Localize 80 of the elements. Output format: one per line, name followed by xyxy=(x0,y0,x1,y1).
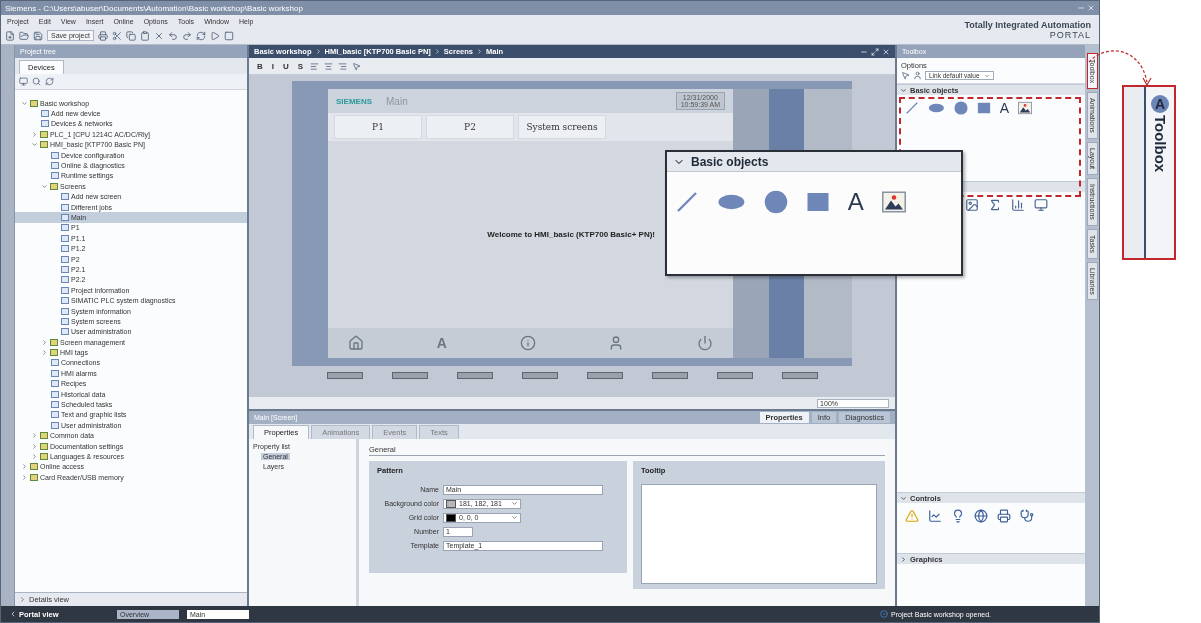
text-tool-icon[interactable]: A xyxy=(999,101,1010,115)
new-project-icon[interactable] xyxy=(5,30,15,41)
tooltip-text-area[interactable] xyxy=(641,484,877,584)
sigma-icon[interactable] xyxy=(988,198,1002,212)
folder-icon xyxy=(30,99,38,107)
align-right-icon[interactable] xyxy=(338,61,348,71)
warning-icon[interactable] xyxy=(905,509,919,523)
chevron-icon xyxy=(476,48,483,55)
search-icon[interactable] xyxy=(32,77,41,86)
format-button[interactable]: I xyxy=(269,61,276,71)
user-icon[interactable] xyxy=(913,71,922,80)
screen-button[interactable]: P2 xyxy=(426,115,514,139)
window-title: Siemens - C:\Users\abuser\Documents\Automation\Basic workshop\Basic workshop xyxy=(5,3,303,13)
format-button[interactable]: U xyxy=(281,61,291,71)
stop-icon[interactable] xyxy=(223,30,234,41)
start-icon[interactable] xyxy=(209,30,220,41)
power-icon xyxy=(697,335,713,351)
circle-tool-icon[interactable] xyxy=(763,190,788,214)
callout-title: Basic objects xyxy=(691,154,769,169)
screen-title: Main xyxy=(386,95,408,107)
save-icon[interactable] xyxy=(33,30,43,41)
undo-icon[interactable] xyxy=(167,30,178,41)
trend-icon[interactable] xyxy=(928,509,942,523)
brand-title: Totally Integrated Automation xyxy=(964,19,1091,30)
function-key xyxy=(651,372,688,379)
function-key xyxy=(391,372,428,379)
align-left-icon[interactable] xyxy=(310,61,320,71)
cut-icon[interactable] xyxy=(111,30,122,41)
home-icon xyxy=(348,335,364,351)
rectangle-tool-icon[interactable] xyxy=(976,101,991,115)
bar-icon[interactable] xyxy=(1011,198,1025,212)
delete-icon[interactable] xyxy=(153,30,164,41)
toolbox-icon: A xyxy=(1151,95,1169,113)
text-icon: A xyxy=(436,335,447,351)
function-key xyxy=(586,372,623,379)
screen-button[interactable]: P1 xyxy=(334,115,422,139)
screen-button[interactable]: System screens xyxy=(518,115,606,139)
ellipse-tool-icon[interactable] xyxy=(928,101,945,115)
pointer-icon[interactable] xyxy=(352,61,362,71)
globe-icon[interactable] xyxy=(974,509,988,523)
format-button[interactable]: S xyxy=(295,61,306,71)
rectangle-tool-icon[interactable] xyxy=(805,190,830,214)
text-tool-icon[interactable]: A xyxy=(847,190,864,214)
info-icon xyxy=(519,335,536,351)
close-icon[interactable] xyxy=(882,47,890,56)
view-icon[interactable] xyxy=(19,77,28,86)
pointer-icon[interactable] xyxy=(901,71,910,80)
image-tool-icon[interactable] xyxy=(881,190,906,214)
image-tool-icon[interactable] xyxy=(1018,101,1033,115)
image-view-icon[interactable] xyxy=(965,198,979,212)
print-icon[interactable] xyxy=(97,30,108,41)
redo-icon[interactable] xyxy=(181,30,192,41)
format-button[interactable]: B xyxy=(255,61,265,71)
align-center-icon[interactable] xyxy=(324,61,334,71)
line-tool-icon[interactable] xyxy=(675,190,699,214)
chevron-icon xyxy=(433,48,441,55)
function-key xyxy=(781,372,818,379)
function-key xyxy=(326,372,363,379)
function-key xyxy=(521,372,558,379)
toolbox-label: Toolbox xyxy=(1151,115,1169,173)
folder-icon xyxy=(50,182,58,190)
maximize-icon[interactable] xyxy=(871,47,879,56)
logo-text: SIEMENS xyxy=(336,96,372,106)
window-icon[interactable] xyxy=(1034,198,1048,212)
compile-icon[interactable] xyxy=(195,30,206,41)
line-tool-icon[interactable] xyxy=(905,101,919,115)
circle-tool-icon[interactable] xyxy=(953,101,968,115)
function-key xyxy=(456,372,493,379)
open-folder-icon[interactable] xyxy=(19,30,29,41)
paste-icon[interactable] xyxy=(139,30,150,41)
chevron-icon xyxy=(314,48,322,55)
function-key xyxy=(716,372,753,379)
printer-icon[interactable] xyxy=(997,509,1011,523)
brand-subtitle: PORTAL xyxy=(1049,29,1091,40)
diagnostics-icon[interactable] xyxy=(1020,509,1034,523)
refresh-icon[interactable] xyxy=(45,77,54,86)
copy-icon[interactable] xyxy=(125,30,136,41)
check-icon xyxy=(880,610,888,618)
welcome-text: Welcome to HMI_basic (KTP700 Basic+ PN)! xyxy=(487,230,655,239)
close-icon[interactable] xyxy=(1087,4,1095,12)
